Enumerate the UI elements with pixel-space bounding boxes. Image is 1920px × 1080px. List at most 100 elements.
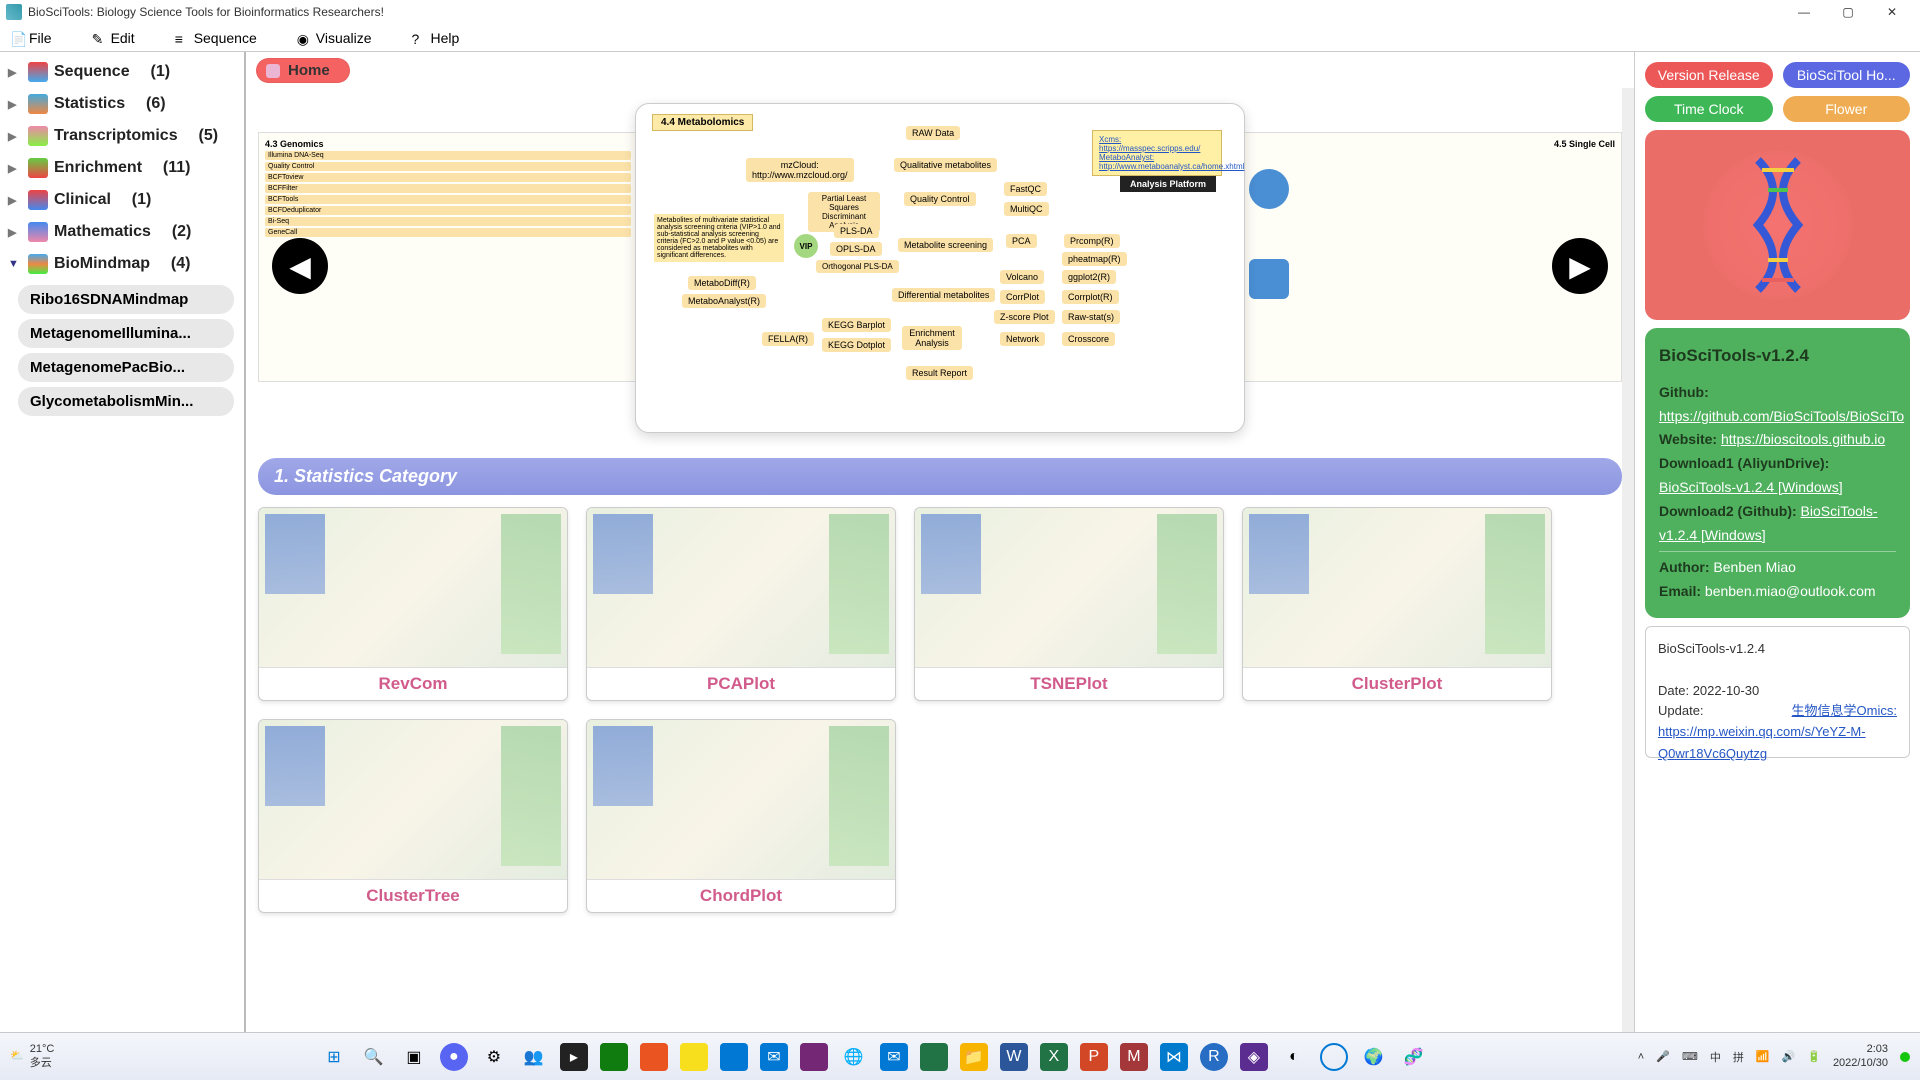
edge-icon[interactable]: 🌐 bbox=[840, 1043, 868, 1071]
card-clustertree[interactable]: ClusterTree bbox=[258, 719, 568, 913]
app-icon[interactable] bbox=[920, 1043, 948, 1071]
start-icon[interactable]: ⊞ bbox=[320, 1043, 348, 1071]
tray-notification-icon[interactable] bbox=[1900, 1052, 1910, 1062]
discord-icon[interactable]: ● bbox=[440, 1043, 468, 1071]
app-icon[interactable] bbox=[640, 1043, 668, 1071]
sidebar-item-transcriptomics[interactable]: ▶Transcriptomics (5) bbox=[4, 120, 240, 152]
chevron-down-icon: ▼ bbox=[8, 258, 22, 270]
word-icon[interactable]: W bbox=[1000, 1043, 1028, 1071]
mindmap-diagram: 4.4 Metabolomics RAW Data Xcms: https://… bbox=[646, 114, 1234, 422]
flower-button[interactable]: Flower bbox=[1783, 96, 1911, 122]
card-thumbnail bbox=[259, 508, 567, 668]
sequence-icon: ≡ bbox=[175, 31, 189, 45]
taskview-icon[interactable]: ▣ bbox=[400, 1043, 428, 1071]
website-link[interactable]: https://bioscitools.github.io bbox=[1721, 431, 1885, 447]
app-icon[interactable] bbox=[1320, 1043, 1348, 1071]
teams-icon[interactable]: 👥 bbox=[520, 1043, 548, 1071]
sidebar-item-mathematics[interactable]: ▶Mathematics (2) bbox=[4, 216, 240, 248]
sidebar-subitem-metagenome-pacbio[interactable]: MetagenomePacBio... bbox=[18, 353, 234, 382]
app-icon[interactable] bbox=[720, 1043, 748, 1071]
tab-home[interactable]: Home bbox=[256, 58, 350, 83]
card-chordplot[interactable]: ChordPlot bbox=[586, 719, 896, 913]
globe-icon[interactable]: 🌍 bbox=[1360, 1043, 1388, 1071]
tray-ime[interactable]: 中 bbox=[1710, 1049, 1721, 1065]
mail-icon[interactable]: ✉ bbox=[760, 1043, 788, 1071]
app-icon[interactable] bbox=[800, 1043, 828, 1071]
chevron-right-icon: ▶ bbox=[8, 194, 22, 207]
card-revcom[interactable]: RevCom bbox=[258, 507, 568, 701]
app-icon[interactable]: M bbox=[1120, 1043, 1148, 1071]
rstudio-icon[interactable]: R bbox=[1200, 1043, 1228, 1071]
card-tsneplot[interactable]: TSNEPlot bbox=[914, 507, 1224, 701]
sidebar-item-clinical[interactable]: ▶Clinical (1) bbox=[4, 184, 240, 216]
menu-sequence[interactable]: ≡Sequence bbox=[175, 30, 257, 46]
close-button[interactable]: ✕ bbox=[1870, 1, 1914, 23]
taskbar-weather[interactable]: ⛅ 21°C多云 bbox=[10, 1043, 110, 1069]
maximize-button[interactable]: ▢ bbox=[1826, 1, 1870, 23]
sidebar-item-enrichment[interactable]: ▶Enrichment (11) bbox=[4, 152, 240, 184]
search-icon[interactable]: 🔍 bbox=[360, 1043, 388, 1071]
sidebar-item-biomindmap[interactable]: ▼BioMindmap (4) bbox=[4, 248, 240, 280]
sidebar-subitem-metagenome-illumina[interactable]: MetagenomeIllumina... bbox=[18, 319, 234, 348]
sidebar-subitem-ribo[interactable]: Ribo16SDNAMindmap bbox=[18, 285, 234, 314]
card-pcaplot[interactable]: PCAPlot bbox=[586, 507, 896, 701]
carousel-next-button[interactable]: ▶ bbox=[1552, 238, 1608, 294]
window-titlebar: BioSciTools: Biology Science Tools for B… bbox=[0, 0, 1920, 24]
visualize-icon: ◉ bbox=[297, 31, 311, 45]
menu-help[interactable]: ?Help bbox=[412, 30, 460, 46]
outlook-icon[interactable]: ✉ bbox=[880, 1043, 908, 1071]
excel-icon[interactable]: X bbox=[1040, 1043, 1068, 1071]
sidebar-subitem-glycometabolism[interactable]: GlycometabolismMin... bbox=[18, 387, 234, 416]
tray-volume-icon[interactable]: 🔊 bbox=[1782, 1050, 1796, 1063]
release-url-link[interactable]: https://mp.weixin.qq.com/s/YeYZ-M-Q0wr18… bbox=[1658, 724, 1866, 761]
tray-battery-icon[interactable]: 🔋 bbox=[1807, 1050, 1821, 1063]
app-icon[interactable] bbox=[680, 1043, 708, 1071]
enrich-icon bbox=[28, 158, 48, 178]
visualstudio-icon[interactable]: ◈ bbox=[1240, 1043, 1268, 1071]
tab-bar: Home bbox=[246, 52, 1634, 88]
menu-visualize[interactable]: ◉Visualize bbox=[297, 30, 372, 46]
tray-chevron-icon[interactable]: ˄ bbox=[1638, 1051, 1644, 1063]
tray-mic-icon[interactable]: 🎤 bbox=[1656, 1050, 1670, 1063]
release-update-link[interactable]: 生物信息学Omics: bbox=[1792, 701, 1897, 722]
stats-icon bbox=[28, 94, 48, 114]
github-link[interactable]: https://github.com/BioSciTools/BioSciTo bbox=[1659, 408, 1904, 424]
card-clusterplot[interactable]: ClusterPlot bbox=[1242, 507, 1552, 701]
app-icon[interactable] bbox=[600, 1043, 628, 1071]
powerpoint-icon[interactable]: P bbox=[1080, 1043, 1108, 1071]
taskbar-clock[interactable]: 2:032022/10/30 bbox=[1833, 1043, 1888, 1069]
math-icon bbox=[28, 222, 48, 242]
chevron-right-icon: ▶ bbox=[8, 130, 22, 143]
menu-edit[interactable]: ✎Edit bbox=[92, 30, 135, 46]
sidebar-item-statistics[interactable]: ▶Statistics (6) bbox=[4, 88, 240, 120]
scrollbar[interactable] bbox=[1622, 88, 1634, 1048]
carousel: ◀ ▶ 4.3 Genomics Illumina DNA-SeqQuality… bbox=[258, 98, 1622, 438]
content-area: ◀ ▶ 4.3 Genomics Illumina DNA-SeqQuality… bbox=[246, 88, 1634, 1048]
help-icon: ? bbox=[412, 31, 426, 45]
version-release-button[interactable]: Version Release bbox=[1645, 62, 1773, 88]
explorer-icon[interactable]: 📁 bbox=[960, 1043, 988, 1071]
release-title: BioSciTools-v1.2.4 bbox=[1658, 639, 1897, 660]
minimize-button[interactable]: — bbox=[1782, 1, 1826, 23]
edit-icon: ✎ bbox=[92, 31, 106, 45]
tray-wifi-icon[interactable]: 📶 bbox=[1756, 1050, 1770, 1063]
carousel-prev-button[interactable]: ◀ bbox=[272, 238, 328, 294]
card-thumbnail bbox=[587, 508, 895, 668]
terminal-icon[interactable]: ▸ bbox=[560, 1043, 588, 1071]
app-icon[interactable]: 🧬 bbox=[1400, 1043, 1428, 1071]
settings-icon[interactable]: ⚙ bbox=[480, 1043, 508, 1071]
tray-keyboard-icon[interactable]: ⌨ bbox=[1682, 1050, 1698, 1063]
app-icon[interactable]: ◐ bbox=[1280, 1043, 1308, 1071]
right-panel: Version Release BioSciTool Ho... Time Cl… bbox=[1634, 52, 1920, 1048]
tray-pinyin[interactable]: 拼 bbox=[1733, 1049, 1744, 1065]
time-clock-button[interactable]: Time Clock bbox=[1645, 96, 1773, 122]
download1-link[interactable]: BioSciTools-v1.2.4 [Windows] bbox=[1659, 479, 1843, 495]
file-icon: 📄 bbox=[10, 31, 24, 45]
vscode-icon[interactable]: ⋈ bbox=[1160, 1043, 1188, 1071]
carousel-slide-main[interactable]: 4.4 Metabolomics RAW Data Xcms: https://… bbox=[635, 103, 1245, 433]
category-header-statistics: 1. Statistics Category bbox=[258, 458, 1622, 495]
card-thumbnail bbox=[915, 508, 1223, 668]
menu-file[interactable]: 📄File bbox=[10, 30, 52, 46]
bioscitool-home-button[interactable]: BioSciTool Ho... bbox=[1783, 62, 1911, 88]
sidebar-item-sequence[interactable]: ▶Sequence (1) bbox=[4, 56, 240, 88]
